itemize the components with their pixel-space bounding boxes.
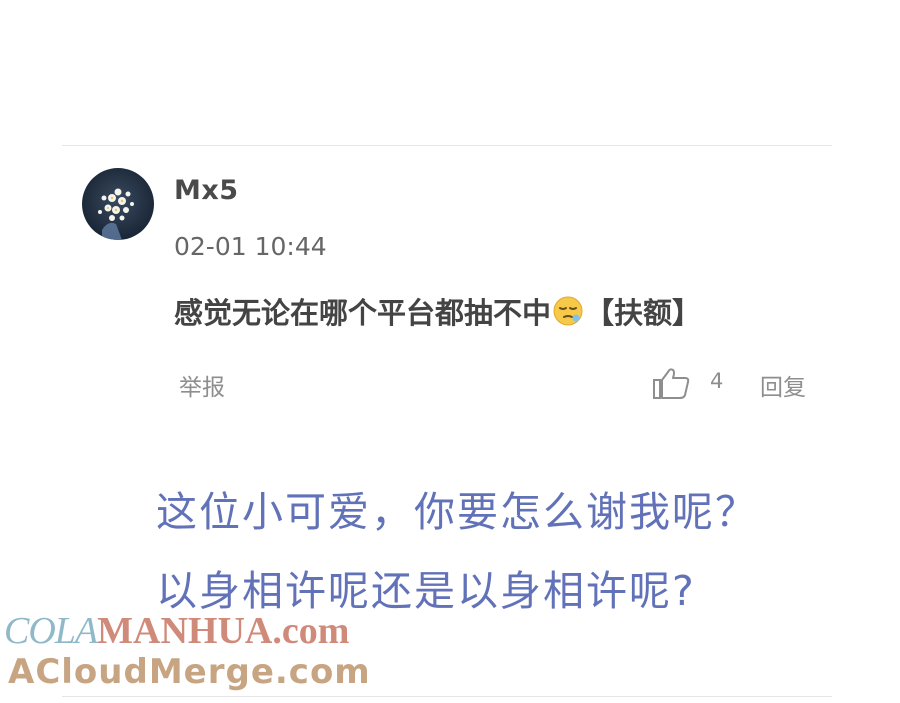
like-count: 4 — [710, 369, 724, 393]
watermark-colamanhua: COLAMANHUA.com — [4, 612, 349, 650]
comment-timestamp: 02-01 10:44 — [174, 232, 327, 261]
watermark-manhua: MANHUA.com — [97, 610, 350, 652]
reply-button[interactable]: 回复 — [760, 368, 806, 402]
like-button[interactable] — [652, 366, 692, 400]
bottom-divider — [62, 696, 832, 697]
report-button[interactable]: 举报 — [179, 368, 225, 402]
comment-text-suffix: 【扶额】 — [585, 296, 702, 330]
sleepy-face-icon — [552, 295, 584, 327]
caption-line-2: 以身相许呢还是以身相许呢? — [156, 567, 696, 615]
comment-text-main: 感觉无论在哪个平台都抽不中 — [174, 296, 552, 330]
top-divider — [62, 145, 832, 146]
watermark-acloudmerge: ACloudMerge.com — [8, 652, 371, 692]
flower-avatar-icon — [82, 168, 154, 240]
username[interactable]: Mx5 — [174, 175, 239, 206]
thumbs-up-icon — [653, 368, 690, 399]
user-avatar[interactable] — [82, 168, 154, 240]
comment-text: 感觉无论在哪个平台都抽不中 【扶额】 — [174, 290, 701, 332]
caption-line-1: 这位小可爱，你要怎么谢我呢？ — [156, 488, 758, 536]
watermark-cola: COLA — [4, 610, 98, 652]
